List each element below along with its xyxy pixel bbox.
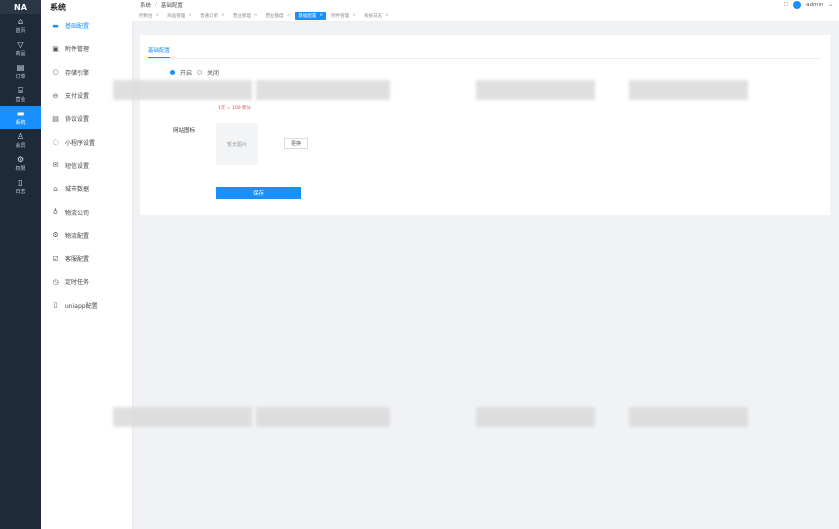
rail-item-members[interactable]: ♙ 会员 bbox=[0, 129, 41, 152]
monitor-icon: ▬ bbox=[16, 108, 25, 118]
close-icon[interactable]: × bbox=[287, 13, 291, 18]
rail-item-products[interactable]: ▽ 商品 bbox=[0, 37, 41, 60]
breadcrumb-separator: / bbox=[155, 2, 157, 8]
fullscreen-icon[interactable]: ⛶ bbox=[784, 2, 788, 9]
app-logo: NA bbox=[0, 0, 41, 14]
sub-item-cron[interactable]: ◷ 定时任务 bbox=[41, 270, 132, 293]
close-icon[interactable]: × bbox=[156, 13, 160, 18]
list-icon: ▤ bbox=[16, 62, 25, 72]
user-name[interactable]: admin bbox=[806, 2, 823, 8]
sub-item-miniprogram[interactable]: ◌ 小程序设置 bbox=[41, 130, 132, 153]
close-icon[interactable]: × bbox=[221, 13, 225, 18]
image-field-label: 网站图标 bbox=[173, 128, 196, 134]
field-hint: 1元 = 100 积分 bbox=[218, 106, 252, 111]
rail-item-system[interactable]: ▬ 系统 bbox=[0, 106, 41, 129]
rail-item-logs[interactable]: ▯ 日志 bbox=[0, 175, 41, 198]
radio-group: 开启 关闭 bbox=[170, 68, 219, 77]
folder-icon: ▣ bbox=[52, 44, 59, 53]
chevron-down-icon[interactable]: ⌄ bbox=[828, 2, 833, 8]
truck-icon: ♁ bbox=[52, 208, 59, 217]
sub-item-logistics-config[interactable]: ⚙ 物流配置 bbox=[41, 224, 132, 247]
close-icon[interactable]: × bbox=[352, 13, 356, 18]
select-image-button[interactable]: 更换 bbox=[284, 138, 308, 149]
tab-logs[interactable]: 系统日志 × bbox=[361, 12, 392, 20]
tab-console[interactable]: 控制台 × bbox=[136, 12, 162, 20]
tab-business[interactable]: 营业管理 × bbox=[230, 12, 261, 20]
sub-item-basic-config[interactable]: ▬ 基础配置 bbox=[41, 14, 132, 37]
sub-item-attachments[interactable]: ▣ 附件管理 bbox=[41, 37, 132, 60]
save-button[interactable]: 保存 bbox=[216, 187, 301, 199]
sub-item-uniapp[interactable]: ▯ uniapp配置 bbox=[41, 294, 132, 317]
doc-icon: ▬ bbox=[52, 21, 59, 30]
sub-item-city[interactable]: ⌂ 城市数据 bbox=[41, 177, 132, 200]
redacted-block bbox=[256, 80, 390, 100]
left-rail: NA ⌂ 首页 ▽ 商品 ▤ 订单 ⌸ 营业 ▬ 系统 ♙ 会员 ⚙ 权限 ▯ 日志 bbox=[0, 0, 41, 529]
tag-icon: ▽ bbox=[17, 39, 24, 49]
rail-item-orders[interactable]: ▤ 订单 bbox=[0, 60, 41, 83]
phone-icon: ▯ bbox=[53, 301, 58, 310]
user-icon: ♙ bbox=[16, 131, 25, 141]
redacted-block bbox=[113, 407, 252, 427]
radio-off[interactable] bbox=[197, 70, 203, 75]
close-icon[interactable]: × bbox=[385, 13, 389, 18]
image-upload-box[interactable]: 暂无图片 bbox=[216, 123, 258, 165]
upload-placeholder: 暂无图片 bbox=[226, 141, 247, 148]
map-icon: ⌂ bbox=[53, 184, 58, 193]
close-icon[interactable]: × bbox=[319, 13, 323, 18]
contract-icon: ▤ bbox=[52, 114, 59, 123]
rail-item-permissions[interactable]: ⚙ 权限 bbox=[0, 152, 41, 175]
tab-attachments[interactable]: 附件管理 × bbox=[328, 12, 359, 20]
tab-quota[interactable]: 营业额度 × bbox=[263, 12, 294, 20]
wallet-icon: ⊖ bbox=[52, 91, 59, 100]
radio-on[interactable] bbox=[170, 70, 175, 75]
settings-icon: ⚙ bbox=[52, 231, 59, 240]
tab-basic-config[interactable]: 基础配置 × bbox=[295, 11, 327, 20]
gear-icon: ⚙ bbox=[16, 154, 25, 164]
redacted-block bbox=[256, 407, 390, 427]
sub-menu-title: 系统 bbox=[50, 2, 66, 12]
rail-item-home[interactable]: ⌂ 首页 bbox=[0, 14, 41, 37]
rail-item-business[interactable]: ⌸ 营业 bbox=[0, 83, 41, 106]
cloud-icon: ○ bbox=[52, 68, 59, 77]
avatar[interactable] bbox=[793, 1, 802, 9]
shop-icon: ⌸ bbox=[18, 85, 23, 95]
home-icon: ⌂ bbox=[17, 16, 24, 26]
breadcrumb-current: 基础配置 bbox=[160, 3, 183, 9]
radio-off-label: 关闭 bbox=[207, 70, 220, 77]
sub-item-logistics[interactable]: ♁ 物流公司 bbox=[41, 200, 132, 223]
clock-icon: ◷ bbox=[52, 277, 59, 286]
doc-icon: ▯ bbox=[18, 177, 23, 187]
redacted-block bbox=[476, 407, 595, 427]
tab-orders[interactable]: 普通订单 × bbox=[197, 12, 228, 20]
breadcrumb-system[interactable]: 系统 bbox=[140, 1, 151, 9]
redacted-block bbox=[629, 80, 748, 100]
config-card: 基础配置 开启 关闭 1元 = 100 积分 网站图标 暂无图片 更换 保存 bbox=[140, 35, 830, 215]
close-icon[interactable]: × bbox=[254, 13, 258, 18]
close-icon[interactable]: × bbox=[188, 13, 192, 18]
redacted-block bbox=[629, 407, 748, 427]
redacted-block bbox=[113, 80, 252, 100]
sub-item-agreement[interactable]: ▤ 协议设置 bbox=[41, 107, 132, 130]
mail-icon: ✉ bbox=[52, 161, 59, 170]
tab-products[interactable]: 商品管理 × bbox=[164, 12, 195, 20]
chat-icon: ◌ bbox=[52, 138, 59, 147]
radio-on-label: 开启 bbox=[180, 70, 193, 77]
sub-item-customer-service[interactable]: ☑ 客服配置 bbox=[41, 247, 132, 270]
page-tabs: 控制台 × 商品管理 × 普通订单 × 营业管理 × 营业额度 × 基础配置 × 附件管理 ×… bbox=[132, 10, 839, 22]
checkbox-icon: ☑ bbox=[52, 254, 59, 263]
top-bar: 系统 / 基础配置 ⛶ admin ⌄ bbox=[132, 0, 839, 10]
card-tab-basic[interactable]: 基础配置 bbox=[148, 46, 170, 54]
redacted-block bbox=[476, 80, 595, 100]
sub-item-sms[interactable]: ✉ 短信设置 bbox=[41, 154, 132, 177]
divider bbox=[148, 58, 822, 59]
user-area: ⛶ admin ⌄ bbox=[784, 0, 833, 10]
